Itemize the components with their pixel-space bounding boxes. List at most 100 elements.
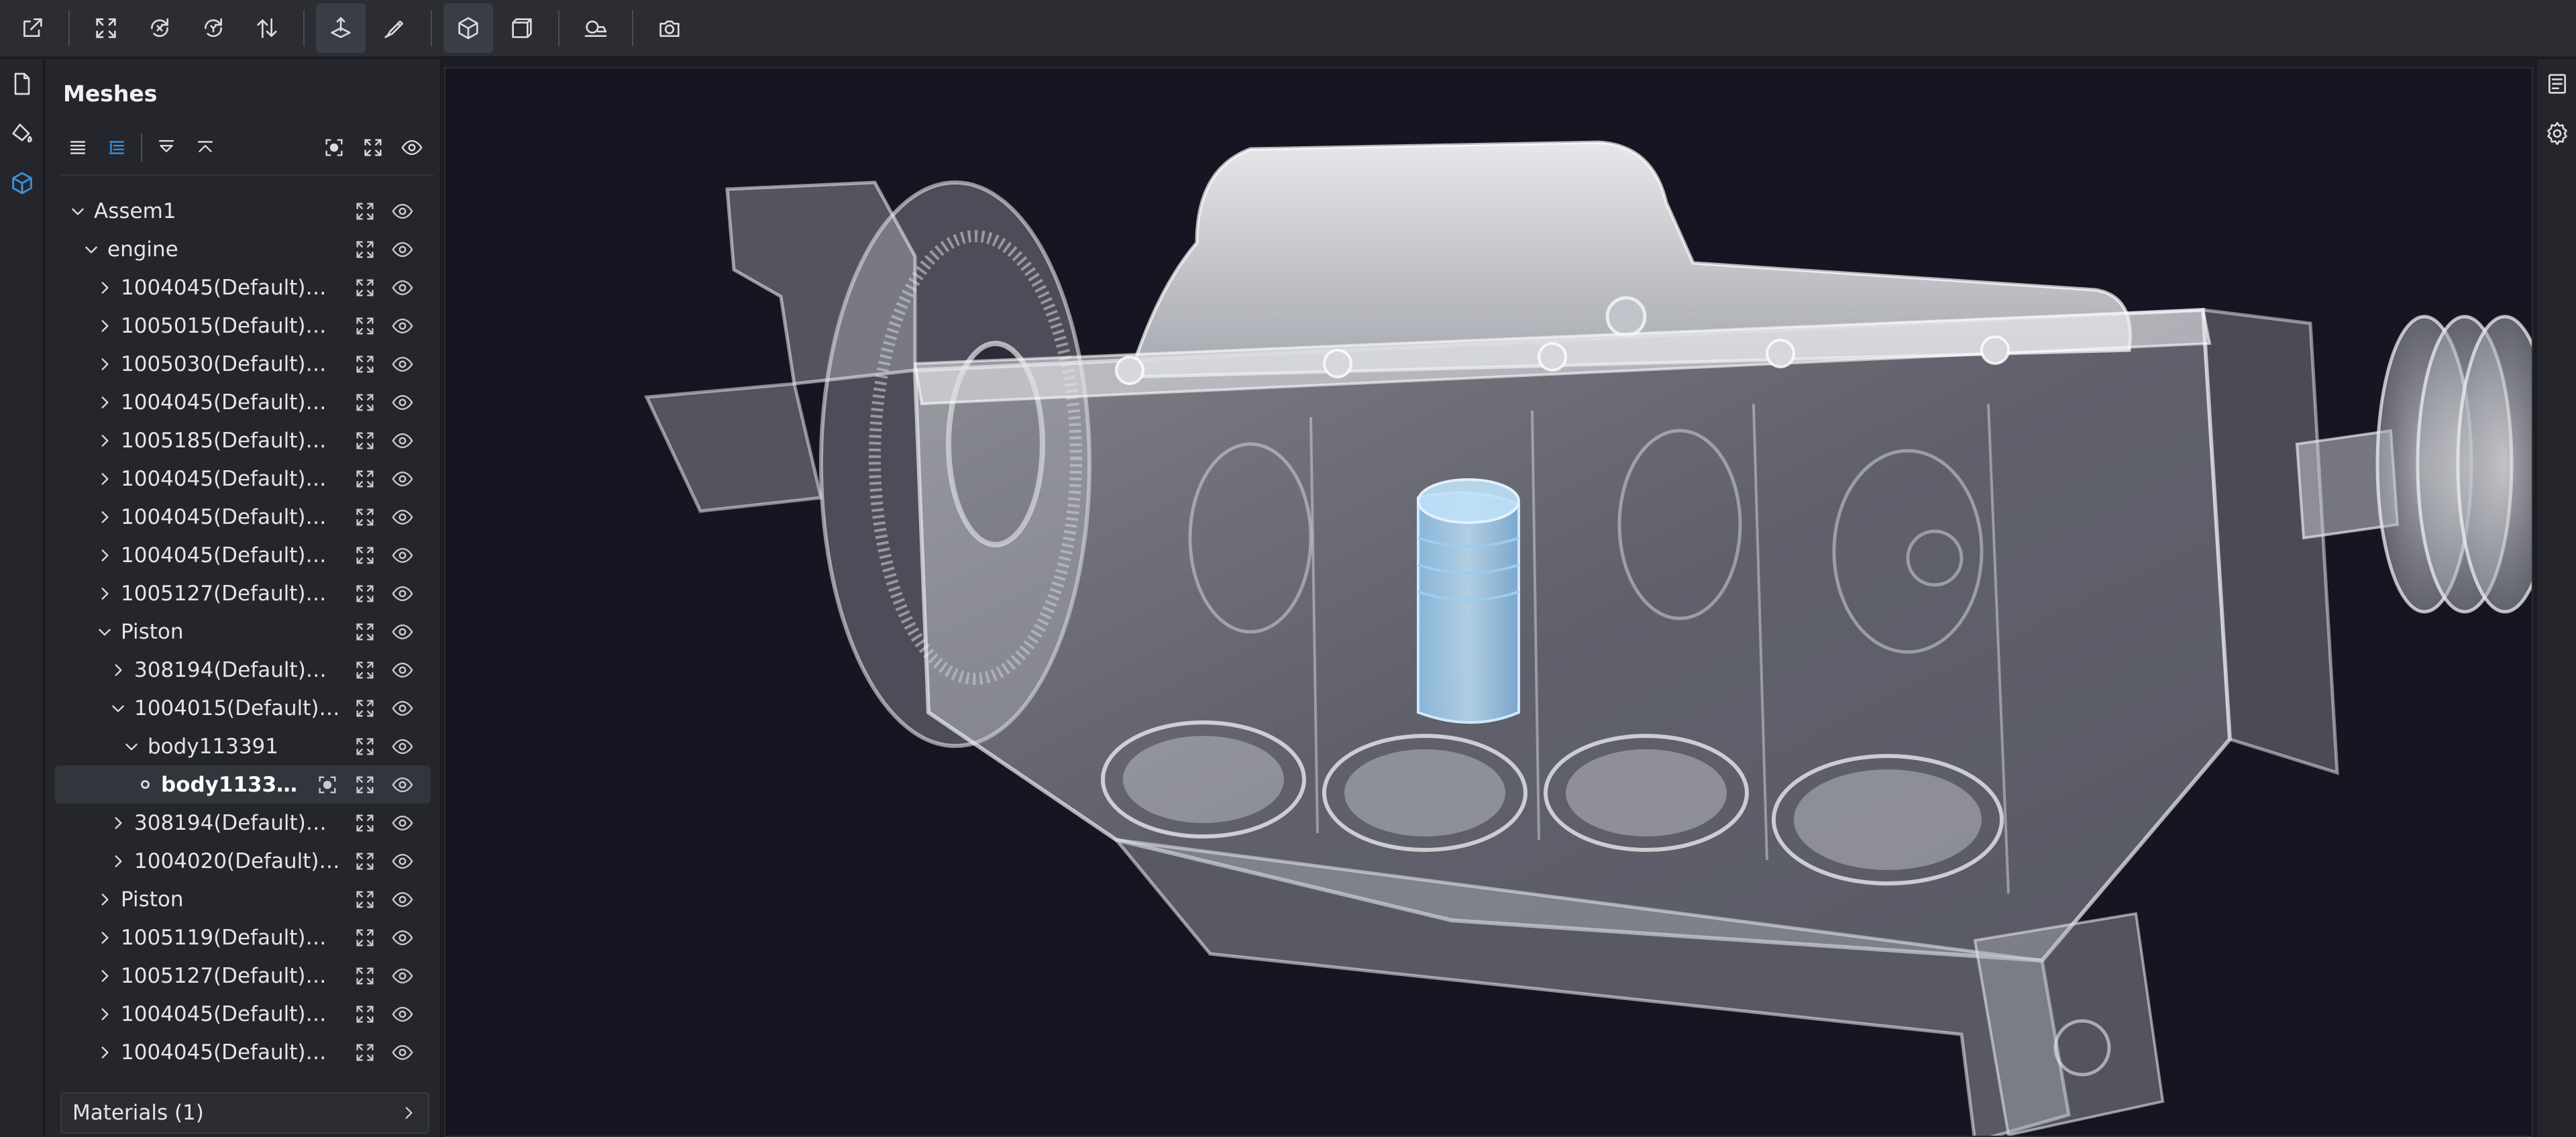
- perspective-camera-button[interactable]: [443, 3, 493, 53]
- eye-icon[interactable]: [384, 768, 421, 802]
- tree-row[interactable]: 1004045(Default)D…: [55, 1033, 431, 1071]
- eye-icon[interactable]: [384, 806, 421, 840]
- eye-icon[interactable]: [384, 539, 421, 572]
- screenshot-button[interactable]: [645, 3, 694, 53]
- materials-panel-button[interactable]: [0, 109, 44, 158]
- chevron-right-icon[interactable]: [105, 810, 131, 836]
- chevron-right-icon[interactable]: [91, 351, 118, 378]
- eye-icon[interactable]: [384, 233, 421, 266]
- list-view-button[interactable]: [60, 130, 95, 165]
- chevron-right-icon[interactable]: [105, 848, 131, 875]
- fit-view-icon[interactable]: [346, 959, 384, 993]
- eye-icon[interactable]: [384, 959, 421, 993]
- 3d-viewport[interactable]: [444, 67, 2533, 1137]
- measure-tool-button[interactable]: [370, 3, 419, 53]
- tree-row[interactable]: 1004045(Default)D…: [55, 383, 431, 421]
- tree-row[interactable]: 1004015(Default)…: [55, 689, 431, 727]
- eye-icon[interactable]: [384, 845, 421, 878]
- fit-view-icon[interactable]: [346, 577, 384, 610]
- flip-up-axis-button[interactable]: [242, 3, 292, 53]
- eye-icon[interactable]: [384, 921, 421, 955]
- collapse-all-button[interactable]: [188, 130, 223, 165]
- fit-all-button[interactable]: [356, 130, 390, 165]
- fit-view-icon[interactable]: [346, 845, 384, 878]
- eye-icon[interactable]: [384, 195, 421, 228]
- fit-view-icon[interactable]: [346, 424, 384, 457]
- chevron-down-icon[interactable]: [64, 198, 91, 225]
- eye-icon[interactable]: [384, 500, 421, 534]
- ground-tool-button[interactable]: [316, 3, 366, 53]
- tree-row[interactable]: 308194(Default)D…: [55, 651, 431, 689]
- chevron-right-icon[interactable]: [91, 1039, 118, 1066]
- tree-row[interactable]: 1005030(Default)D…: [55, 345, 431, 383]
- isolate-icon[interactable]: [309, 768, 346, 802]
- eye-icon[interactable]: [384, 347, 421, 381]
- settings-panel-button[interactable]: [2537, 109, 2576, 158]
- fit-view-icon[interactable]: [346, 539, 384, 572]
- fit-view-icon[interactable]: [346, 806, 384, 840]
- chevron-right-icon[interactable]: [91, 504, 118, 531]
- chevron-right-icon[interactable]: [91, 924, 118, 951]
- fit-view-icon[interactable]: [346, 347, 384, 381]
- fit-view-icon[interactable]: [346, 500, 384, 534]
- expand-all-button[interactable]: [149, 130, 184, 165]
- eye-icon[interactable]: [384, 309, 421, 343]
- file-panel-button[interactable]: [0, 59, 44, 109]
- eye-icon[interactable]: [384, 462, 421, 496]
- chevron-right-icon[interactable]: [105, 657, 131, 684]
- eye-icon[interactable]: [384, 653, 421, 687]
- materials-section-header[interactable]: Materials (1): [60, 1092, 429, 1134]
- fit-view-icon[interactable]: [346, 768, 384, 802]
- tree-row[interactable]: 1004045(Default)D…: [55, 536, 431, 574]
- rotate-y-button[interactable]: [189, 3, 238, 53]
- fit-view-button[interactable]: [81, 3, 131, 53]
- chevron-right-icon[interactable]: [91, 313, 118, 339]
- fit-view-icon[interactable]: [346, 462, 384, 496]
- chevron-down-icon[interactable]: [118, 733, 145, 760]
- details-panel-button[interactable]: [2537, 59, 2576, 109]
- eye-icon[interactable]: [384, 997, 421, 1031]
- eye-icon[interactable]: [384, 424, 421, 457]
- fit-view-icon[interactable]: [346, 309, 384, 343]
- chevron-right-icon[interactable]: [91, 274, 118, 301]
- chevron-right-icon[interactable]: [91, 580, 118, 607]
- tree-row[interactable]: Piston: [55, 612, 431, 651]
- tree-row[interactable]: 308194(Default)D…: [55, 804, 431, 842]
- eye-icon[interactable]: [384, 730, 421, 763]
- eye-icon[interactable]: [384, 271, 421, 305]
- rotate-x-button[interactable]: [135, 3, 184, 53]
- chevron-right-icon[interactable]: [91, 427, 118, 454]
- chevron-right-icon[interactable]: [91, 466, 118, 492]
- tree-row[interactable]: body113391: [55, 765, 431, 804]
- tree-row[interactable]: 1005015(Default)Di…: [55, 307, 431, 345]
- tree-row[interactable]: body113391: [55, 727, 431, 765]
- eye-icon[interactable]: [384, 386, 421, 419]
- chevron-right-icon[interactable]: [91, 1001, 118, 1028]
- environment-button[interactable]: [571, 3, 621, 53]
- tree-row[interactable]: 1004020(Default)…: [55, 842, 431, 880]
- fit-view-icon[interactable]: [346, 921, 384, 955]
- tree-row[interactable]: engine: [55, 230, 431, 268]
- tree-row[interactable]: Assem1: [55, 192, 431, 230]
- eye-icon[interactable]: [384, 577, 421, 610]
- fit-view-icon[interactable]: [346, 615, 384, 649]
- tree-row[interactable]: 1005127(Default)Di…: [55, 574, 431, 612]
- fit-view-icon[interactable]: [346, 195, 384, 228]
- tree-row[interactable]: 1004045(Default)D…: [55, 498, 431, 536]
- fit-view-icon[interactable]: [346, 233, 384, 266]
- show-all-button[interactable]: [394, 130, 429, 165]
- chevron-down-icon[interactable]: [105, 695, 131, 722]
- tree-row[interactable]: 1004045(Default)D…: [55, 268, 431, 307]
- fit-view-icon[interactable]: [346, 386, 384, 419]
- fit-view-icon[interactable]: [346, 883, 384, 916]
- tree-view-button[interactable]: [99, 130, 134, 165]
- tree-row[interactable]: 1005119(Default)Di…: [55, 918, 431, 957]
- fit-view-icon[interactable]: [346, 271, 384, 305]
- fit-view-icon[interactable]: [346, 1036, 384, 1069]
- eye-icon[interactable]: [384, 1036, 421, 1069]
- tree-row[interactable]: 1004045(Default)D…: [55, 995, 431, 1033]
- eye-icon[interactable]: [384, 692, 421, 725]
- tree-row[interactable]: Piston: [55, 880, 431, 918]
- isolate-button[interactable]: [317, 130, 352, 165]
- fit-view-icon[interactable]: [346, 997, 384, 1031]
